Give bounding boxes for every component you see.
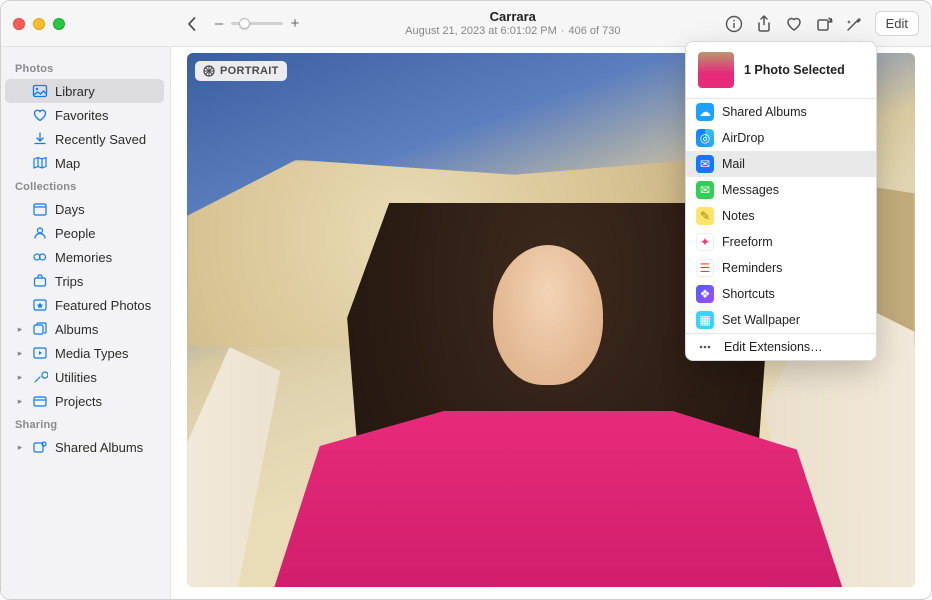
messages-app-icon: ✉︎ — [696, 181, 714, 199]
fullscreen-window-button[interactable] — [53, 18, 65, 30]
share-item-notes[interactable]: ✎Notes — [686, 203, 876, 229]
shortcuts-app-icon: ❖ — [696, 285, 714, 303]
sidebar-item-label: Albums — [55, 322, 98, 337]
zoom-slider[interactable]: – + — [213, 15, 301, 32]
reminders-app-icon: ☰ — [696, 259, 714, 277]
share-item-shared-albums[interactable]: ☁︎Shared Albums — [686, 99, 876, 125]
sidebar-item-label: Projects — [55, 394, 102, 409]
share-menu-thumbnail — [698, 52, 734, 88]
sidebar-item-favorites[interactable]: Favorites — [5, 103, 164, 127]
chevron-right-icon: ▸ — [15, 348, 25, 359]
sidebar-section-photos: Photos — [5, 57, 164, 79]
library-icon — [32, 83, 48, 99]
chevron-right-icon: ▸ — [15, 396, 25, 407]
sidebar: Photos Library Favorites Recently Saved … — [1, 47, 171, 599]
share-menu: 1 Photo Selected ☁︎Shared Albums ◎AirDro… — [685, 41, 877, 361]
title-area: Carrara August 21, 2023 at 6:01:02 PM·40… — [301, 9, 725, 38]
sidebar-item-featured-photos[interactable]: Featured Photos — [5, 293, 164, 317]
sidebar-item-albums[interactable]: ▸ Albums — [5, 317, 164, 341]
share-item-mail[interactable]: ✉︎Mail — [686, 151, 876, 177]
sidebar-item-days[interactable]: Days — [5, 197, 164, 221]
utilities-icon — [32, 369, 48, 385]
share-item-messages[interactable]: ✉︎Messages — [686, 177, 876, 203]
aperture-icon — [203, 65, 215, 77]
sidebar-item-trips[interactable]: Trips — [5, 269, 164, 293]
close-window-button[interactable] — [13, 18, 25, 30]
share-button[interactable] — [755, 15, 773, 33]
mail-app-icon: ✉︎ — [696, 155, 714, 173]
people-icon — [32, 225, 48, 241]
zoom-in-icon: + — [289, 15, 301, 32]
sidebar-section-sharing: Sharing — [5, 413, 164, 435]
edit-button[interactable]: Edit — [875, 11, 919, 36]
shared-albums-icon — [32, 439, 48, 455]
photo-title: Carrara — [301, 9, 725, 25]
share-item-reminders[interactable]: ☰Reminders — [686, 255, 876, 281]
sidebar-item-label: People — [55, 226, 95, 241]
chevron-right-icon: ▸ — [15, 372, 25, 383]
projects-icon — [32, 393, 48, 409]
sidebar-item-media-types[interactable]: ▸ Media Types — [5, 341, 164, 365]
window-controls — [1, 18, 171, 30]
share-item-freeform[interactable]: ✦Freeform — [686, 229, 876, 255]
share-item-airdrop[interactable]: ◎AirDrop — [686, 125, 876, 151]
extensions-icon — [696, 338, 714, 356]
sidebar-item-label: Map — [55, 156, 80, 171]
sidebar-item-label: Shared Albums — [55, 440, 143, 455]
download-icon — [32, 131, 48, 147]
sidebar-item-library[interactable]: Library — [5, 79, 164, 103]
viewer-left-controls: – + — [171, 15, 301, 32]
back-button[interactable] — [181, 17, 203, 31]
sidebar-section-collections: Collections — [5, 175, 164, 197]
sidebar-item-label: Utilities — [55, 370, 97, 385]
sidebar-item-memories[interactable]: Memories — [5, 245, 164, 269]
notes-app-icon: ✎ — [696, 207, 714, 225]
chevron-right-icon: ▸ — [15, 324, 25, 335]
share-menu-title: 1 Photo Selected — [744, 63, 845, 77]
auto-enhance-button[interactable] — [845, 15, 863, 33]
sidebar-item-label: Favorites — [55, 108, 108, 123]
featured-icon — [32, 297, 48, 313]
sidebar-item-label: Memories — [55, 250, 112, 265]
info-button[interactable] — [725, 15, 743, 33]
sidebar-item-utilities[interactable]: ▸ Utilities — [5, 365, 164, 389]
freeform-app-icon: ✦ — [696, 233, 714, 251]
sidebar-item-label: Featured Photos — [55, 298, 151, 313]
shared-albums-app-icon: ☁︎ — [696, 103, 714, 121]
sidebar-item-label: Days — [55, 202, 85, 217]
zoom-out-icon: – — [213, 15, 225, 32]
sidebar-item-shared-albums[interactable]: ▸ Shared Albums — [5, 435, 164, 459]
minimize-window-button[interactable] — [33, 18, 45, 30]
calendar-icon — [32, 201, 48, 217]
rotate-button[interactable] — [815, 15, 833, 33]
sidebar-item-projects[interactable]: ▸ Projects — [5, 389, 164, 413]
viewer-right-controls: Edit — [725, 11, 931, 36]
share-item-shortcuts[interactable]: ❖Shortcuts — [686, 281, 876, 307]
media-types-icon — [32, 345, 48, 361]
sidebar-item-people[interactable]: People — [5, 221, 164, 245]
sidebar-item-recently-saved[interactable]: Recently Saved — [5, 127, 164, 151]
portrait-badge: PORTRAIT — [195, 61, 287, 81]
sidebar-item-label: Media Types — [55, 346, 128, 361]
sidebar-item-label: Library — [55, 84, 95, 99]
map-icon — [32, 155, 48, 171]
sidebar-item-map[interactable]: Map — [5, 151, 164, 175]
favorite-button[interactable] — [785, 15, 803, 33]
memories-icon — [32, 249, 48, 265]
wallpaper-app-icon: ▦ — [696, 311, 714, 329]
share-item-set-wallpaper[interactable]: ▦Set Wallpaper — [686, 307, 876, 333]
share-menu-header: 1 Photo Selected — [686, 42, 876, 98]
heart-icon — [32, 107, 48, 123]
airdrop-app-icon: ◎ — [696, 129, 714, 147]
share-item-edit-extensions[interactable]: Edit Extensions… — [686, 334, 876, 360]
chevron-right-icon: ▸ — [15, 442, 25, 453]
photo-counter: 406 of 730 — [568, 25, 620, 37]
sidebar-item-label: Trips — [55, 274, 83, 289]
photo-date: August 21, 2023 at 6:01:02 PM — [405, 25, 557, 37]
albums-icon — [32, 321, 48, 337]
sidebar-item-label: Recently Saved — [55, 132, 146, 147]
photos-window: – + Carrara August 21, 2023 at 6:01:02 P… — [0, 0, 932, 600]
trips-icon — [32, 273, 48, 289]
